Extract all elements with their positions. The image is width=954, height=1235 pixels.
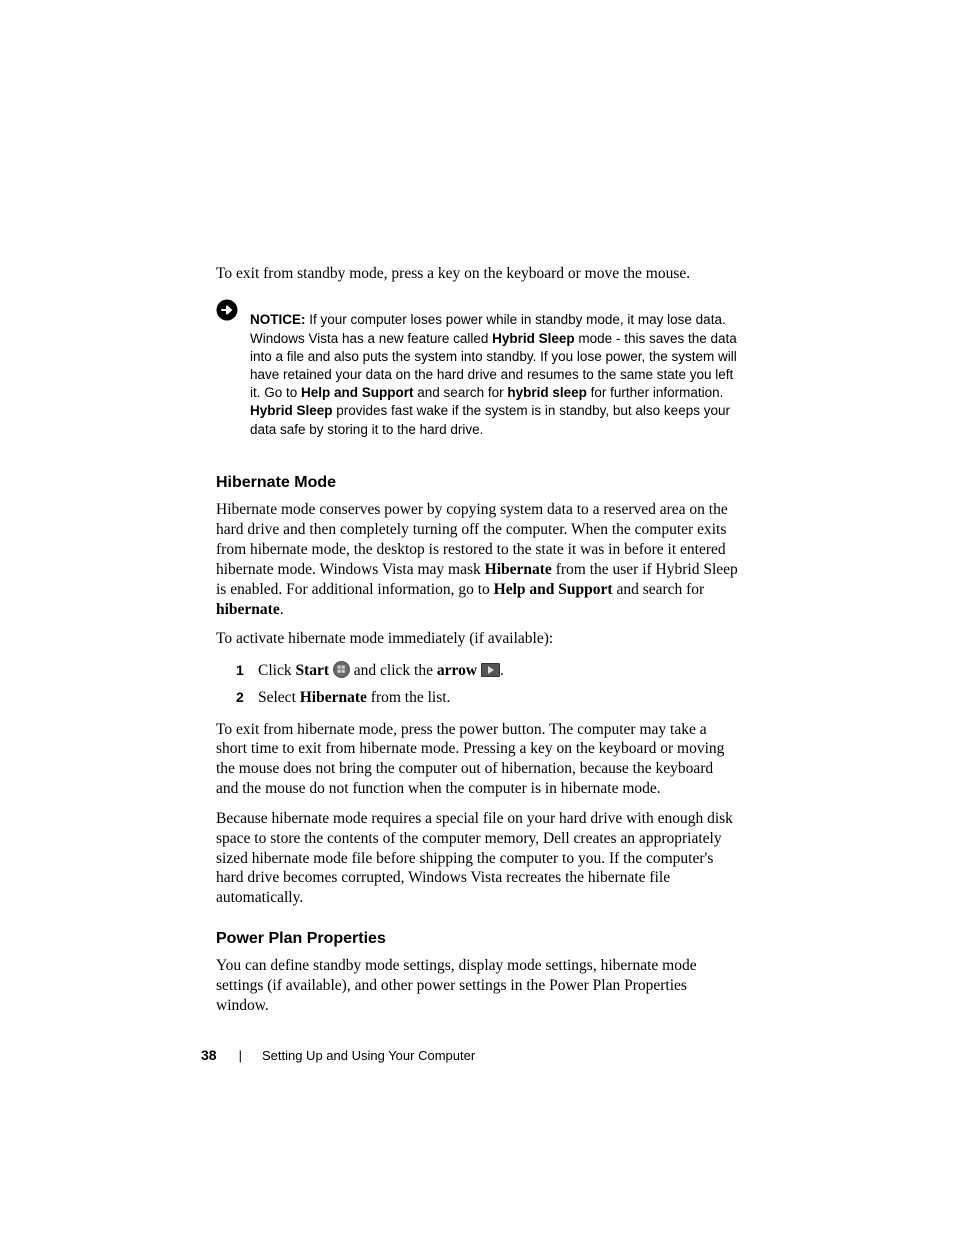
page-number: 38 [201,1047,217,1063]
hibernate-paragraph-3: To exit from hibernate mode, press the p… [216,720,738,799]
notice-text: NOTICE: If your computer loses power whi… [250,311,738,439]
powerplan-paragraph-1: You can define standby mode settings, di… [216,956,738,1015]
page-content: To exit from standby mode, press a key o… [216,264,738,1026]
notice-label: NOTICE: [250,312,306,327]
step-2: Select Hibernate from the list. [258,686,738,709]
hibernate-paragraph-2: To activate hibernate mode immediately (… [216,629,738,649]
start-orb-icon [333,661,350,678]
hibernate-heading: Hibernate Mode [216,474,738,492]
page-footer: 38 | Setting Up and Using Your Computer [201,1047,475,1063]
hibernate-paragraph-4: Because hibernate mode requires a specia… [216,809,738,908]
footer-section-title: Setting Up and Using Your Computer [262,1048,475,1063]
hibernate-steps: Click Start and click the arrow [216,659,738,710]
hibernate-paragraph-1: Hibernate mode conserves power by copyin… [216,500,738,619]
arrow-button-icon [481,661,500,675]
footer-separator: | [239,1048,242,1063]
intro-paragraph: To exit from standby mode, press a key o… [216,264,738,284]
notice-icon [216,299,238,326]
notice-block: NOTICE: If your computer loses power whi… [216,298,738,453]
powerplan-heading: Power Plan Properties [216,930,738,948]
step-1: Click Start and click the arrow [258,659,738,682]
